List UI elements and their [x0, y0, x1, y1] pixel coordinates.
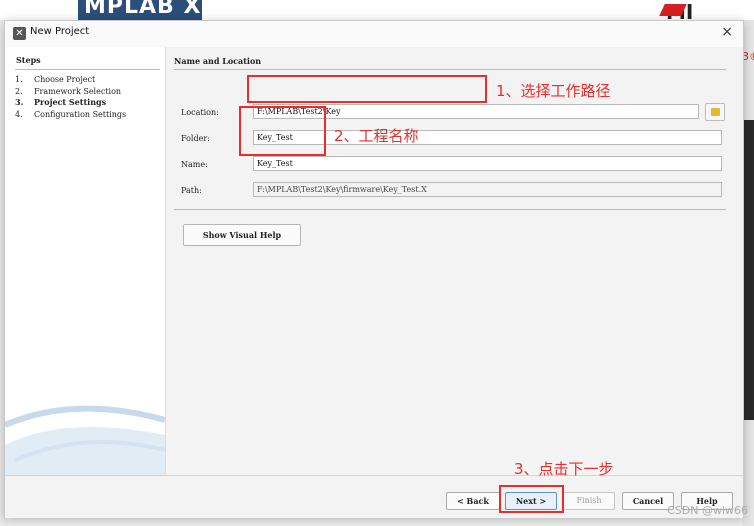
section-divider: [174, 69, 726, 70]
steps-title: Steps: [16, 55, 41, 65]
annotation-box-next: [499, 485, 564, 513]
netbeans-icon: ✕: [13, 27, 26, 40]
step-item: 1. Choose Project: [15, 74, 126, 86]
steps-panel: Steps 1. Choose Project 2. Framework Selec…: [5, 47, 166, 475]
name-label: Name:: [181, 160, 208, 169]
watermark: CSDN @wlw66: [667, 504, 748, 517]
finish-button[interactable]: Finish: [563, 492, 615, 510]
step-label: Project Settings: [34, 97, 107, 107]
annotation-text-name: 2、工程名称: [334, 127, 419, 145]
location-label: Location:: [181, 108, 219, 117]
step-number: 4.: [15, 109, 23, 119]
close-icon[interactable]: ×: [721, 24, 733, 40]
browse-button[interactable]: [705, 103, 725, 121]
content-divider: [174, 209, 726, 210]
decorative-swoosh: [5, 405, 165, 475]
step-item: 2. Framework Selection: [15, 86, 126, 98]
show-visual-help-button[interactable]: Show Visual Help: [183, 224, 301, 246]
dialog-titlebar: ✕ New Project ×: [5, 21, 743, 47]
steps-list: 1. Choose Project 2. Framework Selection 3…: [15, 74, 126, 120]
step-number: 1.: [15, 75, 23, 84]
section-title: Name and Location: [174, 56, 262, 66]
step-number: 3.: [15, 97, 24, 107]
path-field: F:\MPLAB\Test2\Key\firmware\Key_Test.X: [253, 182, 722, 197]
folder-label: Folder:: [181, 134, 210, 143]
button-bar: < Back Next > Finish Cancel Help: [5, 475, 743, 518]
step-label: Framework Selection: [34, 86, 122, 96]
steps-divider: [15, 69, 160, 70]
dialog-title: New Project: [30, 26, 90, 37]
annotation-text-next: 3、点击下一步: [514, 460, 614, 478]
annotation-box-location: [247, 75, 487, 103]
folder-icon: [711, 108, 720, 116]
path-label: Path:: [181, 186, 202, 195]
mplab-logo: MPLAB X IDE: [78, 0, 202, 20]
step-label: Choose Project: [34, 75, 96, 84]
step-item: 4. Configuration Settings: [15, 109, 126, 121]
back-button[interactable]: < Back: [446, 492, 500, 510]
step-label: Configuration Settings: [34, 109, 127, 119]
step-number: 2.: [15, 86, 23, 96]
annotation-text-location: 1、选择工作路径: [496, 82, 611, 100]
mplab-logo-text: MPLAB X IDE: [84, 0, 202, 20]
step-item-current: 3. Project Settings: [15, 97, 126, 109]
annotation-box-name: [239, 106, 326, 156]
name-input[interactable]: Key_Test: [253, 156, 722, 171]
